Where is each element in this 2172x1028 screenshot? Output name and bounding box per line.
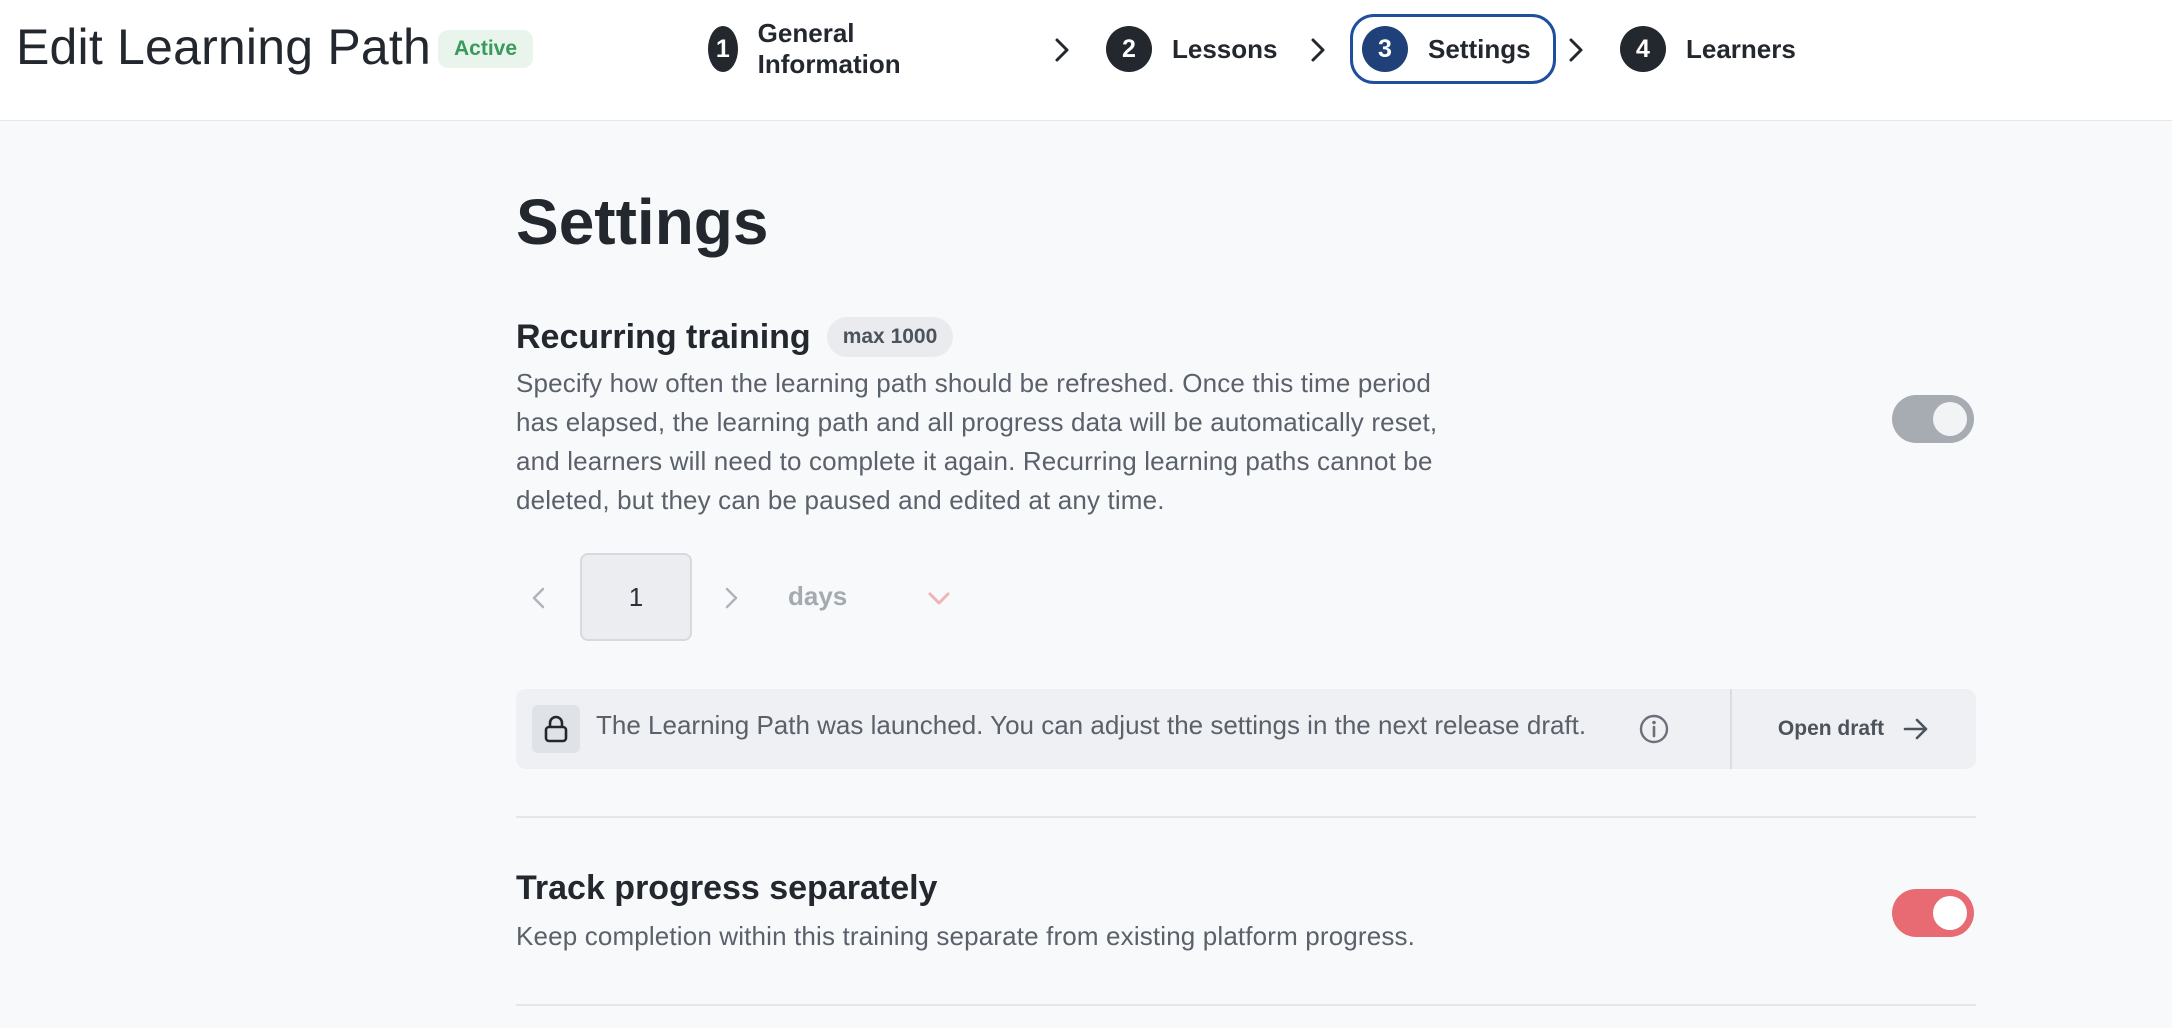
divider	[516, 1004, 1976, 1006]
decrement-chevron-left-icon[interactable]	[524, 583, 554, 613]
track-progress-title: Track progress separately	[516, 869, 938, 907]
toggle-knob	[1933, 402, 1967, 436]
max-badge: max 1000	[826, 317, 954, 357]
arrow-right-icon	[1903, 718, 1928, 740]
lock-icon	[532, 705, 580, 753]
step-number: 1	[708, 26, 738, 72]
step-number: 3	[1362, 26, 1408, 72]
step-label: General Information	[757, 18, 901, 79]
track-progress-description: Keep completion within this training sep…	[516, 921, 1416, 951]
recurring-training-toggle[interactable]	[1892, 395, 1974, 443]
step-lessons[interactable]: 2 Lessons	[1106, 14, 1278, 84]
chevron-right-icon	[1569, 38, 1583, 62]
track-progress-toggle[interactable]	[1892, 889, 1974, 937]
recurring-training-header: Recurring training max 1000	[516, 317, 954, 357]
step-label: Learners	[1686, 33, 1796, 64]
recurring-training-description: Specify how often the learning path shou…	[516, 364, 1516, 520]
section-title: Settings	[516, 186, 769, 258]
chevron-right-icon	[1311, 38, 1325, 62]
open-draft-label: Open draft	[1777, 717, 1885, 740]
step-number: 4	[1620, 26, 1666, 72]
interval-value-input[interactable]: 1	[580, 553, 692, 641]
notice-text: The Learning Path was launched. You can …	[596, 710, 1587, 740]
page-title: Edit Learning Path	[16, 19, 432, 75]
status-badge: Active	[438, 30, 534, 68]
description-line: and learners will need to complete it ag…	[516, 446, 1433, 476]
toggle-knob	[1933, 896, 1967, 930]
interval-stepper: 1 days	[516, 553, 976, 643]
description-line: deleted, but they can be paused and edit…	[516, 485, 1165, 515]
description-line: Specify how often the learning path shou…	[516, 368, 1432, 398]
step-number: 2	[1106, 26, 1152, 72]
chevron-down-icon[interactable]	[924, 583, 954, 613]
divider	[516, 816, 1976, 818]
step-learners[interactable]: 4 Learners	[1620, 14, 1796, 84]
top-bar: Edit Learning Path Active 1 General Info…	[0, 0, 2172, 121]
step-settings[interactable]: 3 Settings	[1350, 14, 1556, 84]
interval-unit-select[interactable]: days	[788, 581, 847, 612]
recurring-training-title: Recurring training	[516, 317, 811, 356]
step-general-information[interactable]: 1 General Information	[708, 14, 917, 84]
chevron-right-icon	[1055, 38, 1069, 62]
info-icon[interactable]	[1638, 713, 1670, 745]
step-label: Lessons	[1172, 33, 1278, 64]
open-draft-button[interactable]: Open draft	[1732, 689, 1976, 769]
launched-notice: The Learning Path was launched. You can …	[516, 689, 1976, 769]
increment-chevron-right-icon[interactable]	[716, 583, 746, 613]
step-label: Settings	[1428, 33, 1531, 64]
description-line: has elapsed, the learning path and all p…	[516, 407, 1438, 437]
